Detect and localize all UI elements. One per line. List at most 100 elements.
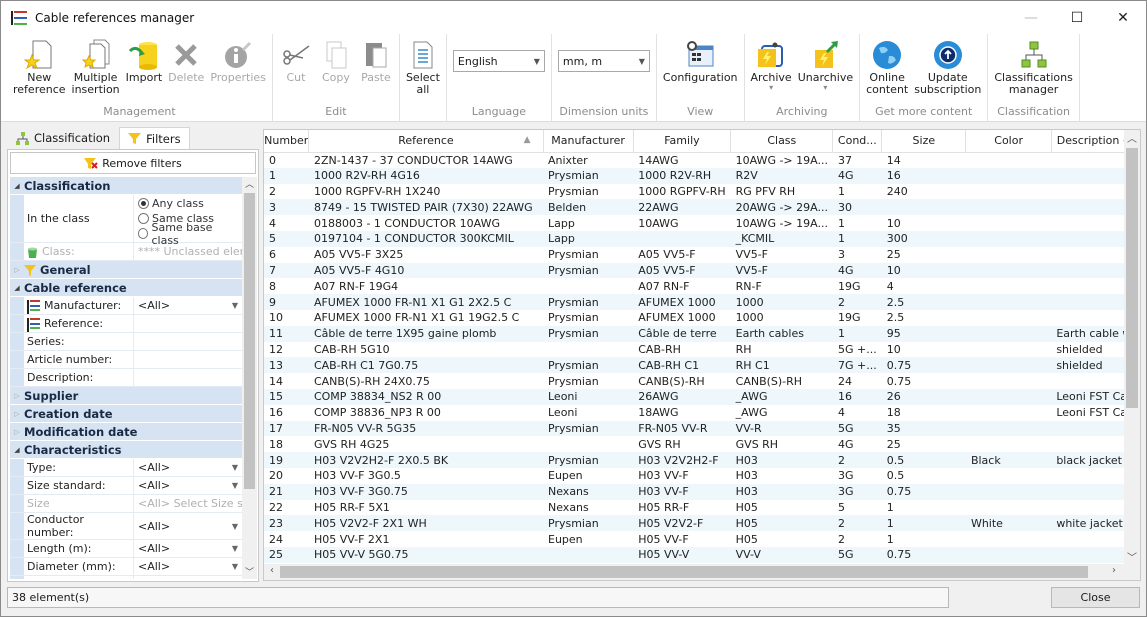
section-classification[interactable]: ◢ Classification (10, 177, 242, 195)
table-row[interactable]: 18 GVS RH 4G25 GVS RH GVS RH 4G 25 (264, 436, 1140, 452)
column-header[interactable]: Size (881, 130, 967, 153)
section-characteristics[interactable]: ◢ Characteristics (10, 441, 242, 459)
table-row[interactable]: 10 AFUMEX 1000 FR-N1 X1 G1 19G2.5 C Prysmi… (264, 310, 1140, 326)
manufacturer-filter[interactable]: Manufacturer: <All> ▼ (10, 297, 242, 315)
table-row[interactable]: 24 H05 VV-F 2X1 Eupen H05 VV-F H05 2 1 (264, 531, 1140, 547)
conductor-number-filter[interactable]: Conductor number: <All> ▼ (10, 513, 242, 540)
column-header[interactable]: Cond... (832, 130, 883, 153)
maximize-button[interactable]: ☐ (1054, 1, 1100, 34)
column-header[interactable]: Manufacturer (543, 130, 634, 153)
article-number-filter[interactable]: Article number: (10, 351, 242, 369)
scroll-right-icon[interactable]: › (1106, 565, 1122, 576)
column-header[interactable]: Family (633, 130, 732, 153)
table-cell (543, 278, 633, 294)
section-creation-date[interactable]: ▷ Creation date (10, 405, 242, 423)
minimize-button[interactable]: — (1008, 1, 1054, 34)
table-row[interactable]: 25 H05 VV-V 5G0.75 H05 VV-V VV-V 5G 0.75 (264, 546, 1140, 563)
classifications-manager-button[interactable]: Classifications manager (991, 38, 1076, 96)
length-filter[interactable]: Length (m): <All> ▼ (10, 540, 242, 558)
table-row[interactable]: 8 A07 RN-F 19G4 A07 RN-F RN-F 19G 4 (264, 278, 1140, 294)
unarchive-button[interactable]: Unarchive ▾ (795, 38, 856, 92)
table-row[interactable]: 3 8749 - 15 TWISTED PAIR (7X30) 22AWG Beld… (264, 199, 1140, 216)
table-row[interactable]: 14 CANB(S)-RH 24X0.75 Prysmian CANB(S)-RH CA… (264, 373, 1140, 389)
copy-button[interactable]: Copy (316, 38, 356, 84)
table-row[interactable]: 20 H03 VV-F 3G0.5 Eupen H03 VV-F H03 3G 0.5 (264, 468, 1140, 484)
table-cell: 10 (269, 311, 283, 325)
column-header[interactable]: Color (965, 130, 1052, 153)
close-button[interactable]: Close (1051, 587, 1140, 608)
table-row[interactable]: 22 H05 RR-F 5X1 Nexans H05 RR-F H05 5 1 (264, 500, 1140, 516)
table-cell: 37 (837, 153, 852, 167)
paste-button[interactable]: Paste (356, 38, 396, 84)
table-row[interactable]: 16 COMP 38836_NP3 R 00 Leoni 18AWG _AWG 4 18 Le… (264, 405, 1140, 421)
series-filter[interactable]: Series: (10, 333, 242, 351)
grid-vertical-scrollbar[interactable]: ︿ ﹀ (1124, 130, 1140, 566)
table-row[interactable]: 9 AFUMEX 1000 FR-N1 X1 G1 2X2.5 C Prysmian… (264, 294, 1140, 310)
table-cell: Black (965, 452, 1052, 468)
size-standard-filter[interactable]: Size standard: <All> ▼ (10, 477, 242, 495)
table-row[interactable]: 4 0188003 - 1 CONDUCTOR 10AWG Lapp 10AWG 10A… (264, 215, 1140, 231)
cut-button[interactable]: Cut (276, 38, 316, 84)
column-header[interactable]: Class (730, 130, 834, 153)
grid-horizontal-scrollbar[interactable]: ‹ › (264, 564, 1140, 580)
table-row[interactable]: 17 FR-N05 VV-R 5G35 Prysmian FR-N05 VV-R VV-… (264, 420, 1140, 437)
table-row[interactable]: 1 1000 R2V-RH 4G16 Prysmian 1000 R2V-RH R2V 4… (264, 167, 1140, 184)
tab-filters[interactable]: Filters (119, 127, 190, 149)
type-filter[interactable]: Type: <All> ▼ (10, 459, 242, 477)
class-field[interactable]: Class: **** Unclassed eleme (10, 243, 242, 261)
chevron-down-icon: ▼ (533, 56, 540, 66)
scrollbar-thumb[interactable] (280, 566, 1088, 578)
online-content-button[interactable]: Online content (863, 38, 911, 96)
properties-button[interactable]: Properties (207, 38, 269, 84)
section-cable-reference[interactable]: ◢ Cable reference (10, 279, 242, 297)
diameter-filter[interactable]: Diameter (mm): <All> ▼ (10, 558, 242, 576)
description-filter[interactable]: Description: (10, 369, 242, 387)
column-header[interactable]: Number (264, 130, 310, 153)
group-dimension-units: mm, m ▼ Dimension units (552, 34, 657, 121)
select-all-button[interactable]: Select all (403, 38, 443, 96)
update-subscription-button[interactable]: Update subscription (911, 38, 984, 96)
color-filter[interactable]: Color: ... (10, 576, 242, 579)
import-button[interactable]: Import (123, 38, 166, 84)
configuration-button[interactable]: Configuration (660, 38, 741, 84)
scroll-down-icon[interactable]: ﹀ (242, 565, 257, 579)
filter-panel-scrollbar[interactable]: ︿ ﹀ (242, 177, 257, 579)
radio-any-class[interactable]: Any class (138, 196, 238, 211)
delete-button[interactable]: Delete (165, 38, 207, 84)
table-cell: 2 (269, 184, 276, 198)
table-row[interactable]: 11 Câble de terre 1X95 gaine plomb Prysmia… (264, 325, 1140, 342)
new-reference-button[interactable]: New reference (10, 38, 69, 96)
remove-filters-button[interactable]: Remove filters (10, 152, 256, 174)
table-row[interactable]: 13 CAB-RH C1 7G0.75 Prysmian CAB-RH C1 RH C1… (264, 357, 1140, 374)
section-general[interactable]: ▷ General (10, 261, 242, 279)
tab-classification[interactable]: Classification (7, 127, 119, 149)
dimension-units-select[interactable]: mm, m ▼ (557, 50, 650, 72)
radio-same-base-class[interactable]: Same base class (138, 221, 238, 247)
scroll-up-icon[interactable]: ︿ (1124, 130, 1140, 145)
close-window-button[interactable]: ✕ (1100, 1, 1146, 34)
table-row[interactable]: 2 1000 RGPFV-RH 1X240 Prysmian 1000 RGPFV-R… (264, 184, 1140, 200)
table-row[interactable]: 7 A05 VV5-F 4G10 Prysmian A05 VV5-F VV5-F 4G 1… (264, 262, 1140, 279)
section-modification-date[interactable]: ▷ Modification date (10, 423, 242, 441)
table-row[interactable]: 5 0197104 - 1 CONDUCTOR 300KCMIL Lapp _KCMI… (264, 230, 1140, 247)
section-supplier[interactable]: ▷ Supplier (10, 387, 242, 405)
table-row[interactable]: 23 H05 V2V2-F 2X1 WH Prysmian H05 V2V2-F H05… (264, 515, 1140, 532)
table-row[interactable]: 19 H03 V2V2H2-F 2X0.5 BK Prysmian H03 V2V2H… (264, 452, 1140, 468)
reference-filter[interactable]: Reference: (10, 315, 242, 333)
table-row[interactable]: 12 CAB-RH 5G10 CAB-RH RH 5G +... 10 shielded (264, 342, 1140, 358)
table-row[interactable]: 15 COMP 38834_NS2 R 00 Leoni 26AWG _AWG 16 26 L… (264, 388, 1140, 405)
multiple-insertion-button[interactable]: Multiple insertion (69, 38, 123, 96)
language-select[interactable]: English ▼ (452, 50, 545, 72)
table-row[interactable]: 6 A05 VV5-F 3X25 Prysmian A05 VV5-F VV5-F 3 25 (264, 247, 1140, 263)
scroll-left-icon[interactable]: ‹ (264, 565, 280, 576)
scrollbar-thumb[interactable] (244, 193, 255, 489)
table-cell: 0.75 (881, 483, 966, 500)
scroll-up-icon[interactable]: ︿ (242, 177, 257, 191)
scroll-down-icon[interactable]: ﹀ (1124, 549, 1140, 564)
table-row[interactable]: 21 H03 VV-F 3G0.75 Nexans H03 VV-F H03 3G 0.75 (264, 483, 1140, 500)
table-row[interactable]: 0 2ZN-1437 - 37 CONDUCTOR 14AWG Anixter 14A… (264, 152, 1140, 168)
column-header[interactable]: Reference ▲ (308, 130, 544, 153)
scrollbar-thumb[interactable] (1126, 148, 1138, 408)
ellipsis-button[interactable]: ... (228, 578, 239, 579)
archive-button[interactable]: Archive ▾ (748, 38, 795, 92)
